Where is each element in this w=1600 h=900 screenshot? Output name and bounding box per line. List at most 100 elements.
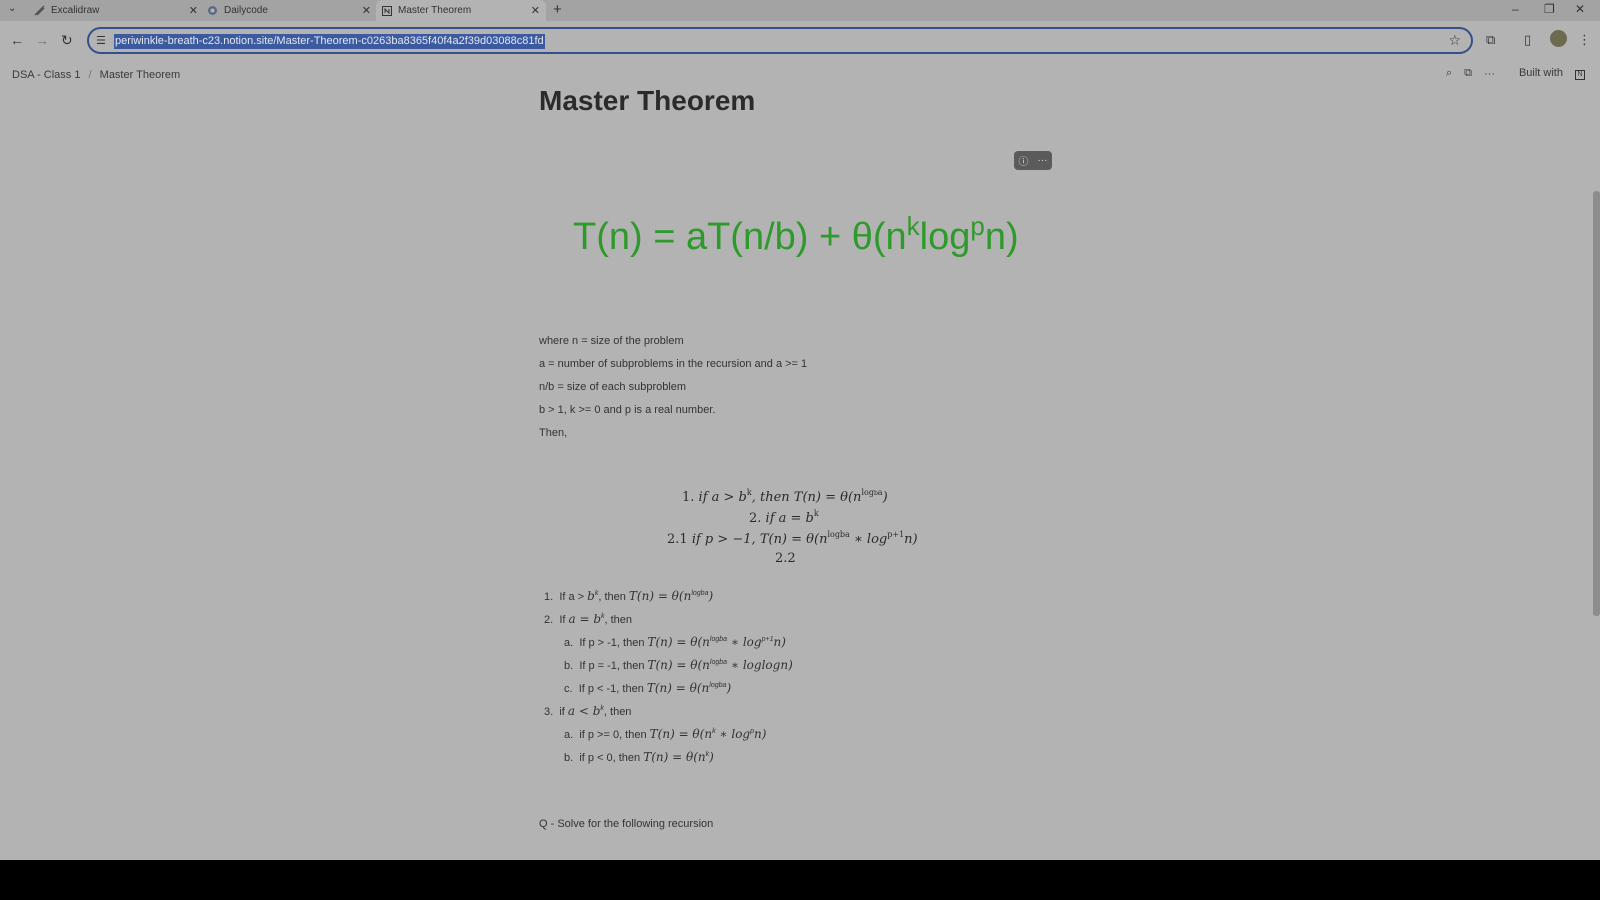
math-text: 2. bbox=[749, 511, 766, 526]
image-toolbar: ⓘ ··· bbox=[1014, 151, 1052, 170]
list-item: 1. If a > bk, then T(n) = θ(nlogba) bbox=[544, 589, 713, 603]
notion-page: DSA - Class 1 / Master Theorem ⌕ ⧉ ··· B… bbox=[0, 61, 1600, 860]
paragraph: where n = size of the problem bbox=[539, 335, 684, 347]
address-bar[interactable]: ☰ periwinkle-breath-c23.notion.site/Mast… bbox=[87, 27, 1473, 54]
minimize-icon[interactable]: – bbox=[1512, 2, 1519, 16]
tab-title: Master Theorem bbox=[398, 5, 472, 16]
excalidraw-icon bbox=[34, 5, 45, 16]
math-line: 2.2 bbox=[775, 551, 796, 566]
formula-log: log bbox=[919, 216, 971, 258]
list-text: , then bbox=[603, 706, 632, 718]
menu-kebab-icon[interactable]: ⋮ bbox=[1578, 32, 1591, 48]
url-text[interactable]: periwinkle-breath-c23.notion.site/Master… bbox=[114, 34, 545, 49]
info-icon[interactable]: ⓘ bbox=[1019, 153, 1029, 168]
notion-icon bbox=[381, 5, 392, 16]
breadcrumb: DSA - Class 1 / Master Theorem bbox=[12, 69, 180, 81]
close-icon[interactable]: ✕ bbox=[531, 4, 540, 17]
inline-math: ) bbox=[726, 681, 732, 695]
math-text: ∗ log bbox=[849, 532, 888, 547]
breadcrumb-current[interactable]: Master Theorem bbox=[100, 69, 181, 81]
site-info-icon[interactable]: ☰ bbox=[96, 34, 106, 47]
inline-math: T(n) = θ(n bbox=[646, 681, 710, 695]
inline-math: b bbox=[587, 589, 595, 603]
extensions-icon[interactable]: ⧉ bbox=[1486, 32, 1495, 48]
formula-exp-p: p bbox=[970, 211, 985, 241]
scrollbar-thumb[interactable] bbox=[1593, 191, 1600, 616]
math-text: if a > b bbox=[698, 490, 747, 505]
inline-math: T(n) = θ(n bbox=[647, 635, 710, 649]
inline-math: ∗ log bbox=[727, 635, 762, 649]
inline-math: n) bbox=[754, 727, 767, 741]
list-item: a. if p >= 0, then T(n) = θ(nk ∗ logpn) bbox=[564, 727, 766, 741]
built-with-label: Built with bbox=[1518, 67, 1563, 79]
back-arrow-icon[interactable]: ← bbox=[10, 32, 24, 48]
formula-exp-k: k bbox=[906, 211, 920, 241]
list-text: , then bbox=[598, 591, 629, 603]
math-line: 2. if a = bk bbox=[749, 509, 819, 526]
globe-icon bbox=[207, 5, 218, 16]
paragraph: a = number of subproblems in the recursi… bbox=[539, 358, 808, 370]
tab-title: Dailycode bbox=[224, 5, 268, 16]
restore-icon[interactable]: ❐ bbox=[1544, 2, 1555, 16]
math-sup: k bbox=[813, 509, 819, 518]
list-number: 1. bbox=[544, 591, 554, 603]
page-title: Master Theorem bbox=[539, 85, 756, 116]
list-number: a. bbox=[564, 637, 574, 649]
inline-math: T(n) = θ(n bbox=[649, 727, 713, 741]
browser-toolbar: ← → ↻ ☰ periwinkle-breath-c23.notion.sit… bbox=[0, 21, 1600, 61]
list-item: c. If p < -1, then T(n) = θ(nlogba) bbox=[564, 681, 731, 695]
reload-icon[interactable]: ↻ bbox=[61, 32, 73, 49]
inline-math: ) bbox=[708, 589, 714, 603]
inline-math: ∗ log bbox=[715, 727, 751, 741]
breadcrumb-parent[interactable]: DSA - Class 1 bbox=[12, 69, 80, 81]
list-text: if bbox=[559, 706, 568, 718]
list-text: If p < -1, then bbox=[578, 683, 647, 695]
math-sup: log bbox=[861, 488, 874, 497]
math-sup: p+1 bbox=[761, 636, 774, 643]
tab-search-icon[interactable]: ⌄ bbox=[8, 3, 16, 14]
search-icon[interactable]: ⌕ bbox=[1446, 67, 1452, 80]
close-icon[interactable]: ✕ bbox=[189, 4, 198, 17]
math-sup: logba bbox=[709, 682, 727, 689]
page-topbar-actions: ⌕ ⧉ ··· Built with N bbox=[1434, 67, 1585, 80]
profile-avatar[interactable] bbox=[1550, 30, 1567, 47]
side-panel-icon[interactable]: ▯ bbox=[1524, 32, 1531, 48]
list-item: 2. If a = bk, then bbox=[544, 612, 632, 626]
formula-image: T(n) = aT(n/b) + θ(nklogpn) bbox=[573, 211, 1019, 259]
math-text: 1. bbox=[682, 490, 699, 505]
list-item: b. If p = -1, then T(n) = θ(nlogba ∗ log… bbox=[564, 658, 793, 672]
list-text: If p > -1, then bbox=[579, 637, 648, 649]
close-icon[interactable]: ✕ bbox=[362, 4, 371, 17]
inline-math: ∗ loglogn) bbox=[727, 658, 793, 672]
more-options-icon[interactable]: ··· bbox=[1484, 68, 1495, 80]
tab-master-theorem[interactable]: Master Theorem ✕ bbox=[376, 0, 546, 21]
new-tab-button[interactable]: + bbox=[553, 1, 562, 18]
duplicate-icon[interactable]: ⧉ bbox=[1464, 67, 1472, 80]
question-text: Q - Solve for the following recursion bbox=[539, 818, 714, 830]
inline-math: T(n) = θ(n bbox=[628, 589, 692, 603]
close-window-icon[interactable]: ✕ bbox=[1575, 2, 1585, 16]
bookmark-star-icon[interactable]: ☆ bbox=[1448, 32, 1461, 49]
breadcrumb-separator: / bbox=[88, 69, 92, 81]
inline-math: a < b bbox=[567, 704, 601, 718]
tab-dailycode[interactable]: Dailycode ✕ bbox=[207, 0, 377, 21]
more-options-icon[interactable]: ··· bbox=[1038, 155, 1048, 166]
inline-math: T(n) = θ(n bbox=[647, 658, 710, 672]
list-item: 3. if a < bk, then bbox=[544, 704, 631, 718]
list-number: a. bbox=[564, 729, 574, 741]
paragraph: b > 1, k >= 0 and p is a real number. bbox=[539, 404, 716, 416]
list-text: If p = -1, then bbox=[579, 660, 648, 672]
list-text: If a > bbox=[559, 591, 588, 603]
math-text: if p > −1, T(n) = θ(n bbox=[691, 532, 828, 547]
math-text: n) bbox=[904, 532, 918, 547]
math-text: ) bbox=[882, 490, 888, 505]
math-sup: logba bbox=[709, 659, 728, 666]
list-number: 2. bbox=[544, 614, 554, 626]
tab-excalidraw[interactable]: Excalidraw ✕ bbox=[34, 0, 204, 21]
forward-arrow-icon[interactable]: → bbox=[35, 32, 49, 48]
list-number: 3. bbox=[544, 706, 554, 718]
math-sup: logba bbox=[827, 530, 850, 539]
built-with-link[interactable]: Built with N bbox=[1507, 67, 1585, 80]
list-text: if p >= 0, then bbox=[579, 729, 650, 741]
list-text: if p < 0, then bbox=[579, 752, 644, 764]
